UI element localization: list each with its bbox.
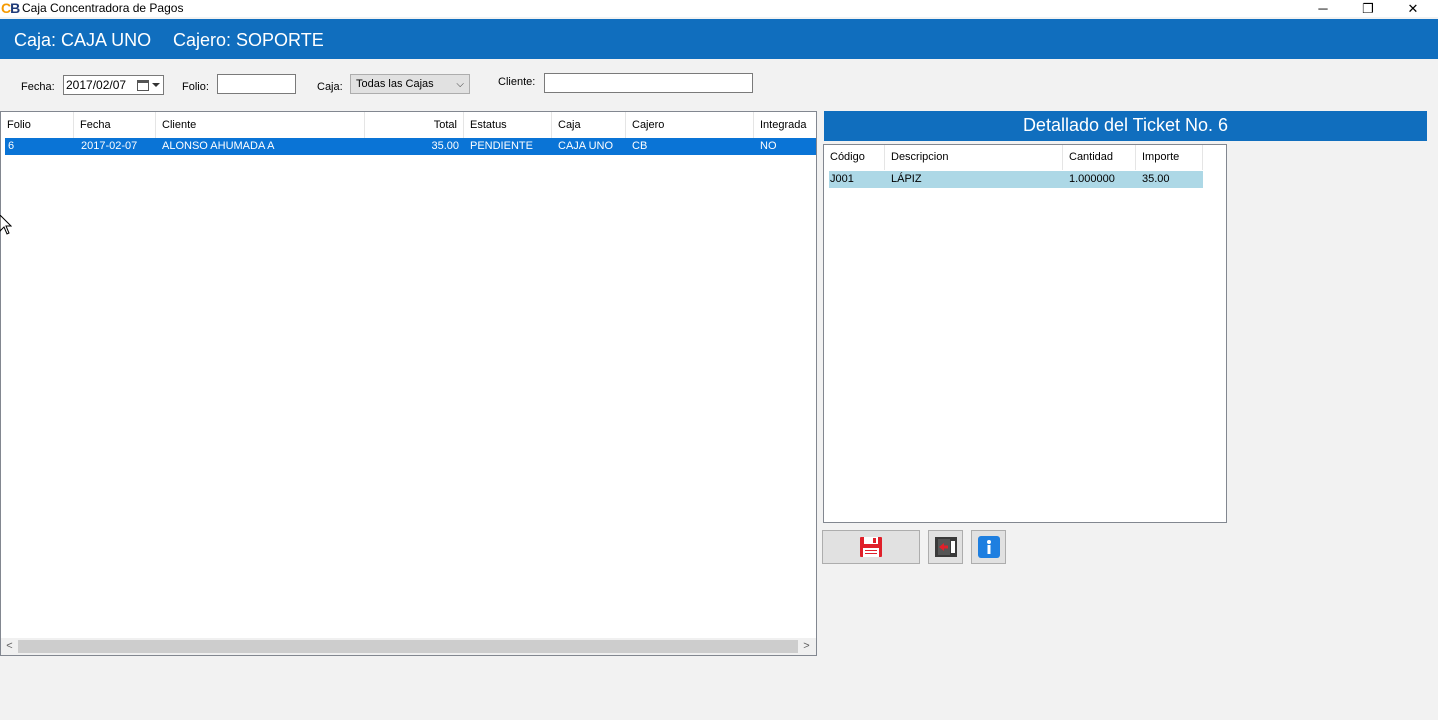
detail-title: Detallado del Ticket No. 6 [824,111,1427,141]
header-caja-value: CAJA UNO [61,30,152,50]
exit-button[interactable] [928,530,963,564]
column-header-fecha[interactable]: Fecha [74,112,156,138]
exit-door-icon [934,537,957,557]
column-header-integrada[interactable]: Integrada [754,112,816,138]
folio-label: Folio: [182,81,209,93]
header-caja: Caja: CAJA UNO [14,30,151,50]
close-button[interactable]: ✕ [1390,0,1436,17]
caja-filter-label: Caja: [317,81,343,93]
info-button[interactable] [971,530,1006,564]
column-header-folio[interactable]: Folio [1,112,74,138]
info-icon [977,536,1000,558]
cell-folio: 6 [8,140,15,152]
cell-cantidad: 1.000000 [1069,173,1115,185]
fecha-label: Fecha: [21,81,55,93]
cell-estatus: PENDIENTE [470,140,533,152]
column-header-importe[interactable]: Importe [1136,145,1203,170]
session-header: Caja: CAJA UNO Cajero: SOPORTE [0,19,1438,59]
header-cajero-value: SOPORTE [236,30,324,50]
horizontal-scrollbar[interactable]: < > [1,638,816,655]
column-header-cajero[interactable]: Cajero [626,112,754,138]
header-cajero: Cajero: SOPORTE [173,30,324,50]
tickets-grid-header: Folio Fecha Cliente Total Estatus Caja C… [1,112,816,138]
column-header-caja[interactable]: Caja [552,112,626,138]
column-header-estatus[interactable]: Estatus [464,112,552,138]
floppy-disk-icon [860,537,882,557]
scroll-right-icon[interactable]: > [798,638,815,655]
cliente-input[interactable] [544,73,753,93]
cell-codigo: J001 [830,173,854,185]
column-header-descripcion[interactable]: Descripcion [885,145,1063,170]
cell-caja: CAJA UNO [558,140,614,152]
save-button[interactable] [822,530,920,564]
scrollbar-thumb[interactable] [18,640,798,653]
fecha-date-picker[interactable]: 2017/02/07 [63,75,164,95]
column-header-codigo[interactable]: Código [824,145,885,170]
caja-select-value: Todas las Cajas [356,78,434,90]
chevron-down-icon [152,83,160,87]
column-header-cliente[interactable]: Cliente [156,112,365,138]
folio-input[interactable] [217,74,296,94]
caja-select[interactable]: Todas las Cajas ⌵ [350,74,470,94]
cell-descripcion: LÁPIZ [891,173,922,185]
mouse-cursor-icon [0,215,12,235]
restore-button[interactable]: ❐ [1345,0,1391,17]
cell-cliente: ALONSO AHUMADA A [162,140,275,152]
header-cajero-label: Cajero: [173,30,232,50]
column-header-cantidad[interactable]: Cantidad [1063,145,1136,170]
tickets-grid[interactable]: Folio Fecha Cliente Total Estatus Caja C… [0,111,817,656]
title-bar: CB Caja Concentradora de Pagos ─ ❐ ✕ [0,0,1438,17]
fecha-value: 2017/02/07 [66,78,127,92]
header-caja-label: Caja: [14,30,57,50]
calendar-icon [137,79,149,91]
window-title: Caja Concentradora de Pagos [22,1,184,15]
table-row[interactable]: J001 LÁPIZ 1.000000 35.00 [829,171,1203,188]
scroll-left-icon[interactable]: < [1,638,18,655]
cell-fecha: 2017-02-07 [81,140,138,152]
app-logo-icon: CB [1,0,20,16]
cliente-label: Cliente: [498,76,536,88]
cell-importe: 35.00 [1142,173,1170,185]
minimize-button[interactable]: ─ [1300,0,1346,17]
cell-total: 35.00 [431,140,459,152]
chevron-down-icon: ⌵ [456,78,464,90]
table-row[interactable]: 6 2017-02-07 ALONSO AHUMADA A 35.00 PEND… [5,138,816,155]
cell-integrada: NO [760,140,777,152]
cell-cajero: CB [632,140,648,152]
column-header-total[interactable]: Total [365,112,464,138]
detail-grid[interactable]: Código Descripcion Cantidad Importe J001… [823,144,1227,523]
